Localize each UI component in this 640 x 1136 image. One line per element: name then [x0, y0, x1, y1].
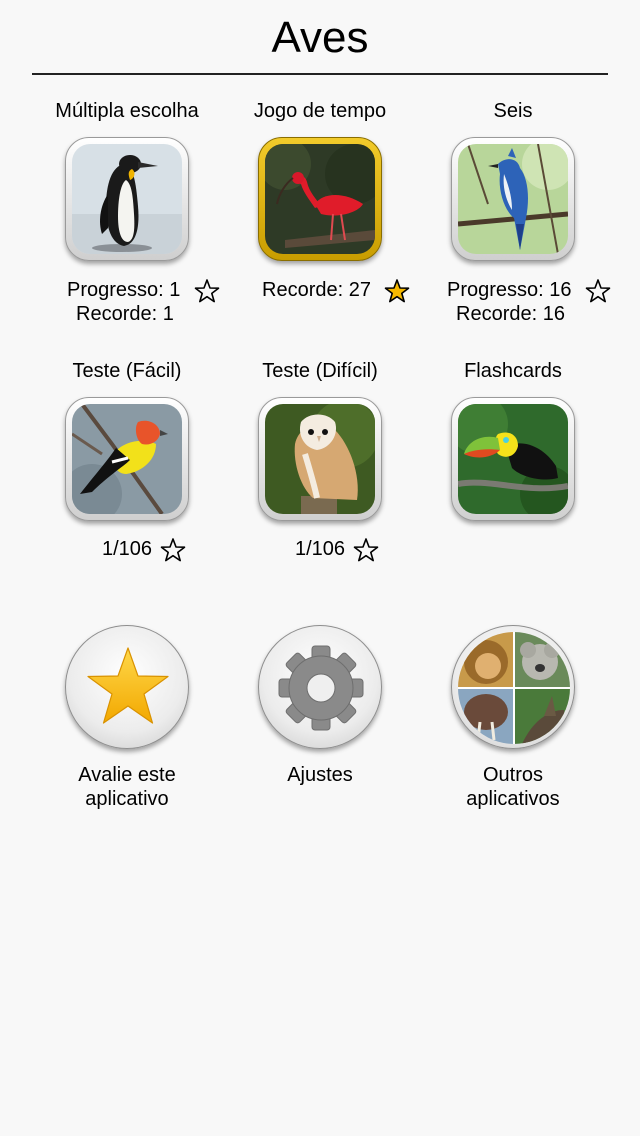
multiple-choice-progress: Progresso: 1: [67, 279, 181, 301]
rate-app-label-line1: Avalie este: [78, 764, 176, 786]
six-button[interactable]: [451, 137, 575, 261]
scarlet-ibis-image: [265, 144, 375, 254]
gear-icon: [278, 645, 364, 731]
other-apps-button[interactable]: [451, 625, 575, 749]
test-hard-score: 1/106: [295, 538, 346, 560]
toucan-image: [458, 404, 568, 514]
mode-label-test-easy: Teste (Fácil): [72, 360, 182, 382]
mode-label-multiple-choice: Múltipla escolha: [55, 100, 199, 122]
rate-app-button[interactable]: [65, 625, 189, 749]
settings-label: Ajustes: [220, 763, 420, 787]
mode-label-time-game: Jogo de tempo: [253, 100, 387, 122]
penguin-image: [72, 144, 182, 254]
other-apps-label-line1: Outros: [482, 764, 544, 786]
test-easy-button[interactable]: [65, 397, 189, 521]
time-game-button[interactable]: [258, 137, 382, 261]
settings-label-line1: Ajustes: [287, 764, 353, 786]
settings-button[interactable]: [258, 625, 382, 749]
page-title: Aves: [271, 13, 369, 62]
test-hard-button[interactable]: [258, 397, 382, 521]
multiple-choice-button[interactable]: [65, 137, 189, 261]
rate-app-label-line2: aplicativo: [85, 788, 169, 810]
star-icon: [87, 647, 169, 724]
mode-label-test-hard: Teste (Difícil): [262, 360, 378, 382]
other-apps-label-line2: aplicativos: [466, 788, 560, 810]
animals-collage-icon: [458, 632, 570, 744]
blue-jay-image: [458, 144, 568, 254]
six-record: Recorde: 16: [456, 303, 565, 325]
rate-app-label: Avalie este aplicativo: [27, 763, 227, 811]
mode-label-six: Seis: [493, 100, 533, 122]
six-progress: Progresso: 16: [447, 279, 572, 301]
multiple-choice-record: Recorde: 1: [76, 303, 174, 325]
star-outline-icon: [585, 279, 611, 303]
star-filled-icon: [384, 279, 410, 303]
star-outline-icon: [194, 279, 220, 303]
other-apps-label: Outros aplicativos: [413, 763, 613, 811]
test-easy-score: 1/106: [102, 538, 153, 560]
star-outline-icon: [160, 538, 186, 562]
time-game-record: Recorde: 27: [262, 279, 371, 301]
western-tanager-image: [72, 404, 182, 514]
mode-label-flashcards: Flashcards: [464, 360, 562, 382]
title-divider: [32, 73, 608, 75]
star-outline-icon: [353, 538, 379, 562]
flashcards-button[interactable]: [451, 397, 575, 521]
barn-owl-image: [265, 404, 375, 514]
